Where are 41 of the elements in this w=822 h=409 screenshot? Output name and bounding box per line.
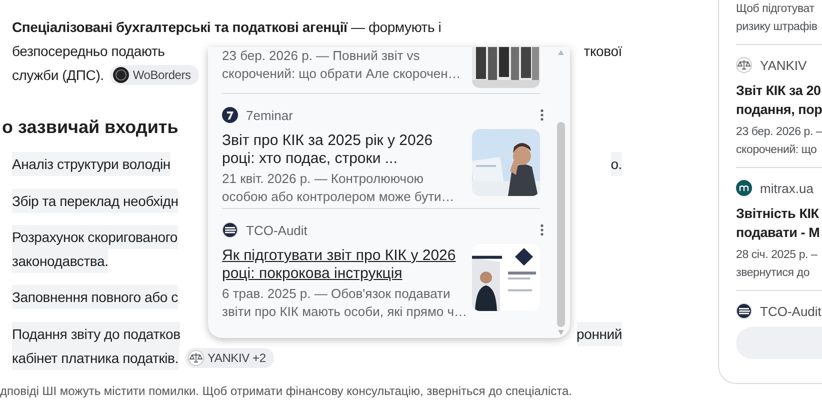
source-chip[interactable]: WoBorders	[110, 65, 199, 85]
body-text: служби (ДПС).	[12, 66, 104, 85]
list-item-text: Подання звіту до податков	[12, 322, 180, 346]
snippet-text: 28 січ. 2025 р. – звернутися до	[736, 248, 818, 281]
source-logo-icon	[222, 107, 238, 123]
list-item-text: о.	[610, 152, 622, 176]
list-item-text: Розрахунок скоригованого	[12, 225, 178, 249]
source-logo-icon	[736, 303, 752, 319]
section-heading: о зазвичай входить	[1, 116, 178, 139]
snippet-text: 23 бер. 2026 р. — Повний звіт vs скорочений: що обрати Але скорочен…	[222, 47, 461, 83]
source-chip[interactable]: YANKIV +2	[184, 348, 274, 368]
scales-logo-icon	[736, 57, 752, 73]
body-text: безпосередньо подають	[12, 42, 165, 61]
source-name: YANKIV	[760, 58, 807, 72]
list-item-text: Збір та переклад необхідн	[12, 189, 178, 213]
snippet-text: 21 квіт. 2026 р. — Контролюючою особою або контролером може бути…	[222, 170, 454, 206]
snippet-text: 6 трав. 2025 р. — Обов'язок подавати звіти про КІК мають особи, які прямо ч…	[222, 285, 468, 321]
result-title-link[interactable]: Як підготувати звіт про КІК у 2026 році: покрокова інструкція	[222, 247, 468, 283]
source-name: 7eminar	[246, 108, 293, 122]
result-title-link[interactable]: Звіт КІК за 20 подання, пор	[736, 81, 822, 119]
list-item-text: законодавства.	[12, 249, 108, 273]
result-title-link[interactable]: Звітність КІК подавати - М	[736, 204, 822, 242]
source-name: TCO-Audit	[246, 222, 308, 238]
list-item-text: ронний	[576, 322, 622, 346]
snippet-text: 23 бер. 2026 р. – скорочений: що	[736, 125, 822, 158]
more-options-icon[interactable]	[540, 109, 544, 121]
list-item-text: Аналіз структури володін	[12, 152, 170, 176]
list-item-text: кабінет платника податків.	[12, 346, 178, 370]
more-options-icon[interactable]	[540, 224, 544, 236]
result-title-link[interactable]: Звіт про КІК за 2025 рік у 2026 році: хто подає, строки ...	[222, 132, 454, 168]
source-logo-icon	[736, 180, 752, 196]
disclaimer-text: дповіді ШІ можуть містити помилки. Щоб отримати фінансову консультацію, зверніться до спеціаліста.	[0, 383, 574, 399]
source-name: mitrax.ua	[760, 180, 814, 196]
source-logo-icon	[112, 67, 129, 83]
body-text: ткової	[584, 42, 622, 61]
list-item-text: Заповнення повного або с	[12, 285, 178, 309]
snippet-text: Щоб підготуват ризику штрафів	[736, 2, 818, 35]
source-name: TCO-Audit	[760, 304, 822, 318]
scales-logo-icon	[188, 350, 204, 366]
body-text: Спеціалізовані бухгалтерські та податкові агенції — формують і	[12, 18, 442, 37]
source-logo-icon	[222, 222, 238, 238]
